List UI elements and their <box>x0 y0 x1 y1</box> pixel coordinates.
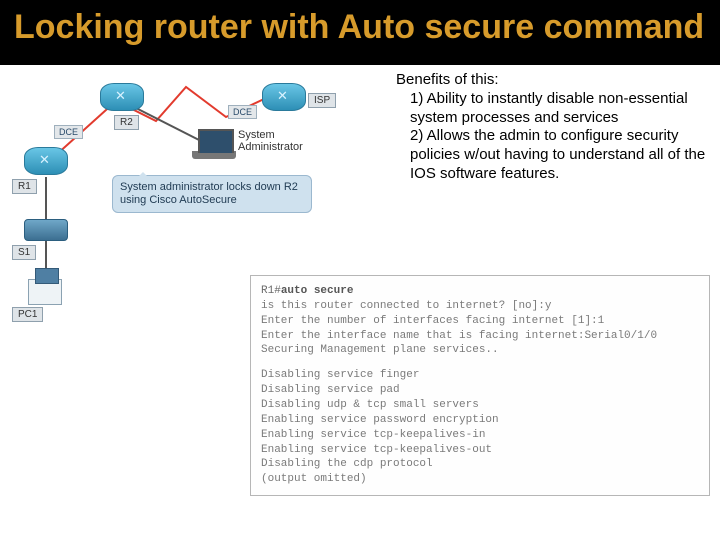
terminal-line: Disabling the cdp protocol <box>261 457 699 472</box>
terminal-line: Enter the interface name that is facing … <box>261 329 699 344</box>
badge-dce-1: DCE <box>54 125 83 139</box>
network-diagram: R1 R2 ISP DCE DCE System Administrator S… <box>6 69 376 289</box>
content-area: R1 R2 ISP DCE DCE System Administrator S… <box>0 65 720 69</box>
benefits-block: Benefits of this: 1) Ability to instantl… <box>396 71 706 184</box>
switch-s1 <box>24 219 68 241</box>
label-s1: S1 <box>12 245 36 260</box>
terminal-line: Enabling service tcp-keepalives-in <box>261 428 699 443</box>
label-r1: R1 <box>12 179 37 194</box>
terminal-output: R1#auto secure is this router connected … <box>250 275 710 496</box>
benefit-1: 1) Ability to instantly disable non-esse… <box>396 90 706 128</box>
terminal-command: auto secure <box>281 285 354 297</box>
router-r2 <box>100 83 144 111</box>
badge-dce-2: DCE <box>228 105 257 119</box>
terminal-line: Disabling service finger <box>261 368 699 383</box>
terminal-line: Enabling service tcp-keepalives-out <box>261 443 699 458</box>
label-isp: ISP <box>308 93 336 108</box>
label-pc1: PC1 <box>12 307 43 322</box>
terminal-line: Disabling udp & tcp small servers <box>261 398 699 413</box>
callout-autosecure: System administrator locks down R2 using… <box>112 175 312 213</box>
terminal-line: Securing Management plane services.. <box>261 343 699 358</box>
label-sysadmin: System Administrator <box>238 129 318 153</box>
terminal-line: (output omitted) <box>261 472 699 487</box>
callout-text: System administrator locks down R2 using… <box>120 181 298 206</box>
terminal-line: is this router connected to internet? [n… <box>261 299 699 314</box>
label-r2: R2 <box>114 115 139 130</box>
benefits-heading: Benefits of this: <box>396 71 706 90</box>
terminal-line: Enabling service password encryption <box>261 413 699 428</box>
laptop-sysadmin <box>192 151 236 159</box>
terminal-gap <box>261 358 699 368</box>
benefit-2: 2) Allows the admin to configure securit… <box>396 127 706 183</box>
pc-pc1 <box>28 279 62 305</box>
terminal-line: Disabling service pad <box>261 383 699 398</box>
slide-title: Locking router with Auto secure command <box>14 8 706 47</box>
router-r1 <box>24 147 68 175</box>
terminal-prompt: R1# <box>261 285 281 297</box>
terminal-line: Enter the number of interfaces facing in… <box>261 314 699 329</box>
router-isp <box>262 83 306 111</box>
terminal-line-cmd: R1#auto secure <box>261 284 699 299</box>
title-bar: Locking router with Auto secure command <box>0 0 720 65</box>
